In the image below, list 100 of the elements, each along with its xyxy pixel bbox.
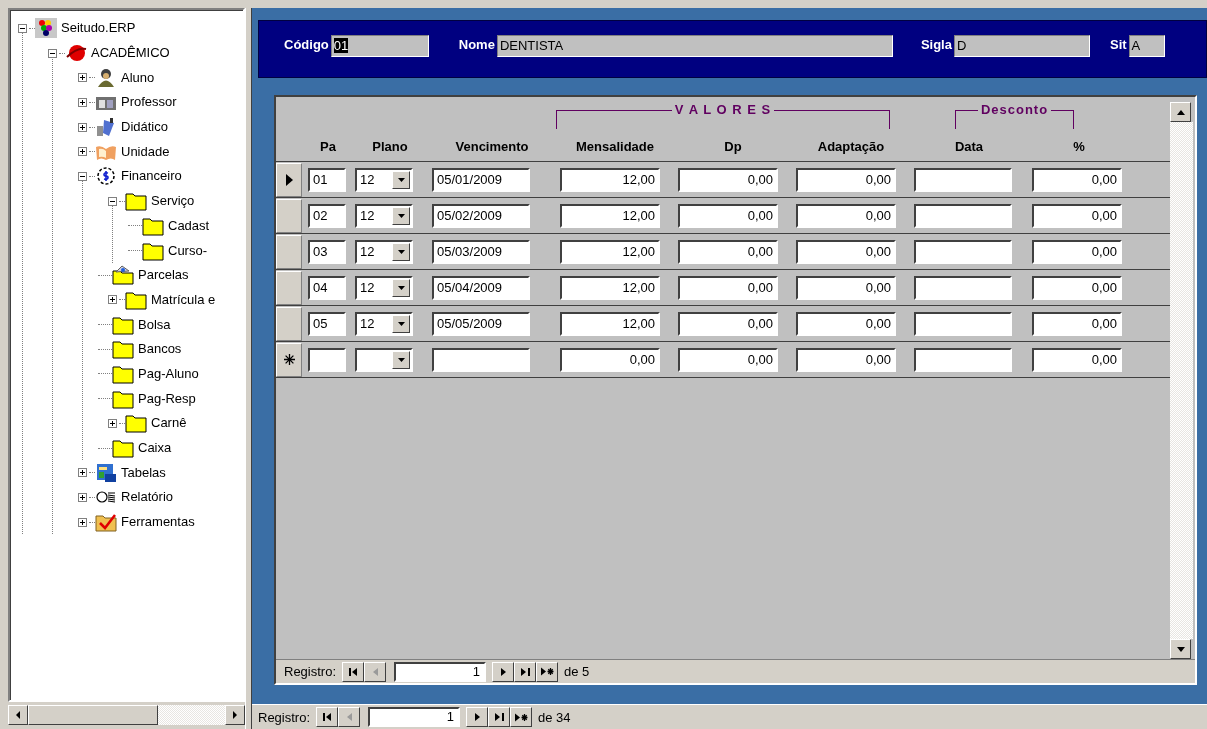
expand-toggle-icon[interactable] [77, 122, 87, 132]
tree-item[interactable]: Ferramentas [121, 514, 195, 531]
record-selector[interactable] [276, 342, 302, 377]
expand-toggle-icon[interactable] [77, 73, 87, 83]
table-cell-field[interactable] [308, 347, 346, 372]
tree-item[interactable]: Unidade [121, 143, 170, 160]
table-cell-field[interactable]: 0,00 [1032, 239, 1122, 264]
table-cell-field[interactable]: 05/01/2009 [432, 167, 530, 192]
table-cell-field[interactable]: 0,00 [678, 167, 778, 192]
table-cell-field[interactable] [914, 239, 1012, 264]
tree-item[interactable]: Pag-Resp [138, 390, 196, 407]
record-nav-button[interactable] [492, 661, 515, 682]
expand-toggle-icon[interactable] [77, 97, 87, 107]
tree-item[interactable]: Caixa [138, 440, 172, 457]
record-nav-button[interactable] [536, 661, 559, 682]
table-cell-field[interactable]: 0,00 [678, 347, 778, 372]
table-cell-field[interactable]: 12,00 [560, 275, 660, 300]
input-field[interactable]: DENTISTA [496, 35, 893, 57]
table-cell-field[interactable] [914, 347, 1012, 372]
table-cell-field[interactable]: 0,00 [678, 203, 778, 228]
record-selector[interactable] [276, 162, 302, 197]
expand-toggle-icon[interactable] [77, 147, 87, 157]
table-cell-field[interactable]: 12,00 [560, 311, 660, 336]
record-nav-button[interactable] [510, 707, 533, 727]
table-cell-field[interactable]: 0,00 [796, 347, 896, 372]
table-cell-field[interactable] [432, 347, 530, 372]
record-number-field[interactable]: 1 [368, 707, 461, 727]
table-cell-field[interactable]: 0,00 [796, 311, 896, 336]
table-cell-field[interactable]: 0,00 [678, 275, 778, 300]
table-cell-field[interactable]: 12,00 [560, 203, 660, 228]
tree-item[interactable]: Didático [121, 119, 168, 136]
plan-dropdown[interactable]: 12 [355, 275, 413, 300]
table-cell-field[interactable]: 0,00 [796, 239, 896, 264]
table-cell-field[interactable] [914, 275, 1012, 300]
horizontal-scrollbar[interactable] [8, 705, 245, 725]
record-number-field[interactable]: 1 [394, 661, 487, 682]
table-cell-field[interactable]: 12,00 [560, 239, 660, 264]
record-nav-button[interactable] [342, 661, 365, 682]
table-cell-field[interactable]: 0,00 [1032, 167, 1122, 192]
table-cell-field[interactable] [914, 203, 1012, 228]
table-cell-field[interactable]: 05 [308, 311, 346, 336]
tree-item[interactable]: Bolsa [138, 316, 171, 333]
table-cell-field[interactable]: 0,00 [678, 239, 778, 264]
table-cell-field[interactable]: 0,00 [1032, 311, 1122, 336]
table-cell-field[interactable] [914, 311, 1012, 336]
plan-dropdown[interactable] [355, 347, 413, 372]
table-cell-field[interactable] [914, 167, 1012, 192]
table-cell-field[interactable]: 0,00 [796, 167, 896, 192]
record-nav-button[interactable] [466, 707, 489, 727]
tree-item[interactable]: Matrícula e [151, 291, 216, 308]
record-nav-button[interactable] [488, 707, 511, 727]
table-cell-field[interactable]: 0,00 [560, 347, 660, 372]
table-cell-field[interactable]: 02 [308, 203, 346, 228]
tree-item[interactable]: Tabelas [121, 464, 166, 481]
table-cell-field[interactable]: 01 [308, 167, 346, 192]
table-cell-field[interactable]: 0,00 [796, 203, 896, 228]
tree-item[interactable]: Cadast [168, 217, 210, 234]
tree-item[interactable]: Aluno [121, 69, 155, 86]
table-cell-field[interactable]: 0,00 [678, 311, 778, 336]
tree-item[interactable]: Parcelas [138, 267, 189, 284]
record-nav-button[interactable] [316, 707, 339, 727]
table-cell-field[interactable]: 05/02/2009 [432, 203, 530, 228]
plan-dropdown[interactable]: 12 [355, 239, 413, 264]
input-field[interactable]: 01 [330, 35, 429, 57]
expand-toggle-icon[interactable] [47, 48, 57, 58]
expand-toggle-icon[interactable] [107, 295, 117, 305]
plan-dropdown[interactable]: 12 [355, 203, 413, 228]
tree-item[interactable]: Financeiro [121, 168, 182, 185]
tree-item[interactable]: Serviço [151, 193, 195, 210]
input-field[interactable]: D [953, 35, 1090, 57]
expand-toggle-icon[interactable] [77, 492, 87, 502]
table-cell-field[interactable]: 0,00 [796, 275, 896, 300]
record-nav-button[interactable] [514, 661, 537, 682]
tree-item[interactable]: Curso- [168, 242, 207, 259]
table-cell-field[interactable]: 12,00 [560, 167, 660, 192]
expand-toggle-icon[interactable] [107, 418, 117, 428]
table-cell-field[interactable]: 0,00 [1032, 347, 1122, 372]
table-cell-field[interactable]: 05/04/2009 [432, 275, 530, 300]
tree-item[interactable]: Bancos [138, 341, 182, 358]
table-cell-field[interactable]: 03 [308, 239, 346, 264]
splitter-bar[interactable] [245, 8, 252, 729]
tree-item[interactable]: ACADÊMICO [91, 45, 170, 62]
plan-dropdown[interactable]: 12 [355, 311, 413, 336]
table-cell-field[interactable]: 05/05/2009 [432, 311, 530, 336]
input-field[interactable]: A [1128, 35, 1165, 57]
expand-toggle-icon[interactable] [77, 468, 87, 478]
expand-toggle-icon[interactable] [17, 23, 27, 33]
table-cell-field[interactable]: 0,00 [1032, 275, 1122, 300]
expand-toggle-icon[interactable] [77, 517, 87, 527]
plan-dropdown[interactable]: 12 [355, 167, 413, 192]
expand-toggle-icon[interactable] [107, 196, 117, 206]
tree-item[interactable]: Relatório [121, 489, 174, 506]
tree-item[interactable]: Professor [121, 94, 177, 111]
tree-item[interactable]: Carnê [151, 415, 187, 432]
tree-item[interactable]: Seitudo.ERP [61, 20, 136, 37]
table-cell-field[interactable]: 0,00 [1032, 203, 1122, 228]
table-cell-field[interactable]: 05/03/2009 [432, 239, 530, 264]
tree-item[interactable]: Pag-Aluno [138, 365, 199, 382]
table-cell-field[interactable]: 04 [308, 275, 346, 300]
expand-toggle-icon[interactable] [77, 171, 87, 181]
